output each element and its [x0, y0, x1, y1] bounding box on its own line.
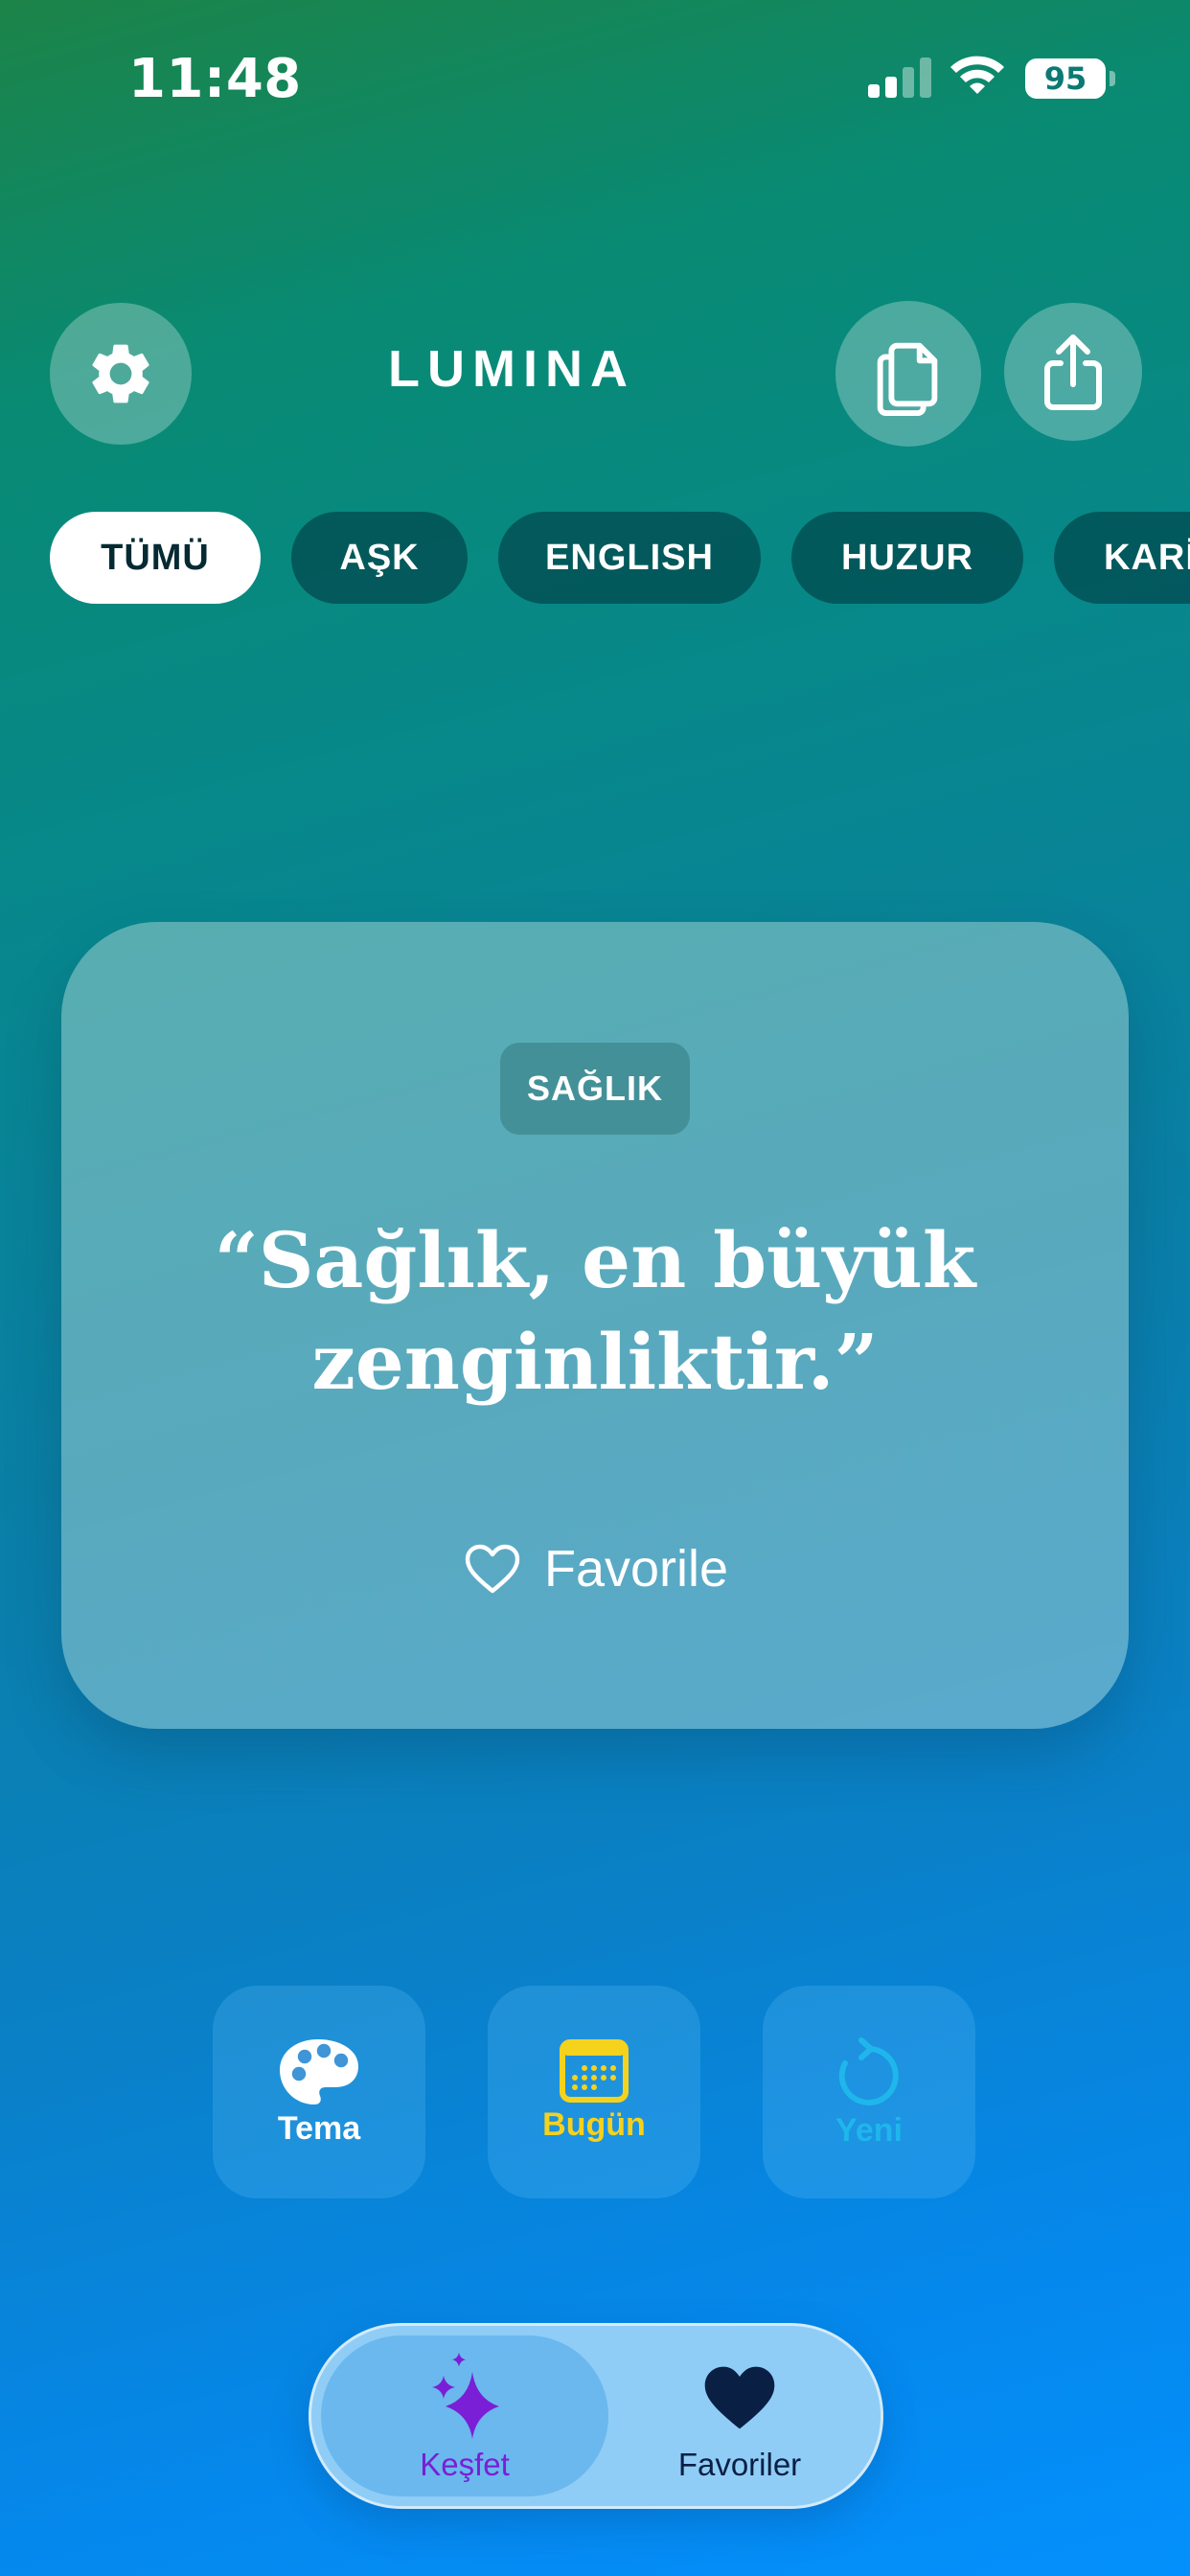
- tab-bar: Keşfet Favoriler: [309, 2323, 883, 2509]
- sparkles-icon: [432, 2353, 499, 2439]
- favorite-button[interactable]: Favorile: [464, 1535, 728, 1602]
- copy-button[interactable]: [835, 301, 981, 447]
- category-badge: SAĞLIK: [500, 1043, 690, 1135]
- settings-button[interactable]: [50, 303, 192, 445]
- chip-ask[interactable]: AŞK: [291, 512, 468, 604]
- palette-icon: [280, 2039, 358, 2104]
- chip-kariyer[interactable]: KARİYER: [1054, 512, 1190, 604]
- today-button[interactable]: Bugün: [488, 1986, 700, 2198]
- share-button[interactable]: [1004, 303, 1142, 441]
- new-quote-button[interactable]: Yeni: [763, 1986, 975, 2198]
- favorite-label: Favorile: [544, 1540, 729, 1598]
- theme-button[interactable]: Tema: [213, 1986, 425, 2198]
- tab-favoriler[interactable]: Favoriler: [599, 2326, 881, 2512]
- heart-filled-icon: [704, 2366, 775, 2429]
- tab-favoriler-label: Favoriler: [677, 2447, 802, 2482]
- chip-english[interactable]: ENGLISH: [498, 512, 761, 604]
- wifi-icon: [950, 56, 1004, 94]
- tab-kesfet-label: Keşfet: [420, 2447, 510, 2482]
- status-time: 11:48: [128, 48, 302, 110]
- today-label: Bugün: [542, 2106, 646, 2143]
- gear-icon: [92, 344, 149, 403]
- category-chips: TÜMÜ AŞK ENGLISH HUZUR KARİYER: [0, 512, 1190, 604]
- new-quote-label: Yeni: [835, 2112, 903, 2149]
- battery-tip: [1110, 71, 1115, 86]
- heart-outline-icon: [465, 1544, 520, 1594]
- copy-icon: [877, 342, 938, 417]
- chip-tumu[interactable]: TÜMÜ: [50, 512, 261, 604]
- chip-huzur[interactable]: HUZUR: [791, 512, 1023, 604]
- tab-kesfet[interactable]: Keşfet: [321, 2326, 608, 2512]
- battery-icon: 95: [1025, 58, 1106, 99]
- share-icon: [1044, 334, 1102, 410]
- battery-level: 95: [1043, 60, 1087, 97]
- theme-label: Tema: [277, 2110, 361, 2147]
- calendar-icon: [560, 2039, 629, 2103]
- quote-text: “Sağlık, en büyük zenginliktir.”: [214, 1215, 976, 1407]
- quote-card: SAĞLIK “Sağlık, en büyük zenginliktir.” …: [61, 922, 1129, 1729]
- refresh-icon: [838, 2037, 899, 2105]
- app-title: LUMINA: [388, 340, 635, 398]
- signal-icon: [868, 58, 931, 98]
